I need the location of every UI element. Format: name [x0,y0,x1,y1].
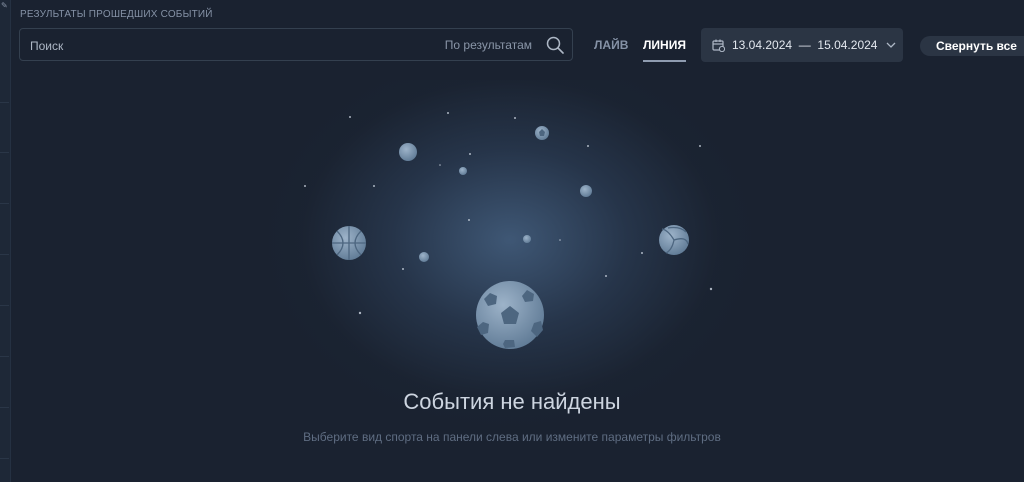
ball-small-6 [419,252,429,262]
basketball-icon [332,226,366,260]
volleyball-icon [659,225,689,255]
ball-small-5 [523,235,531,243]
ball-small-3 [459,167,467,175]
ball-small-1 [399,143,417,161]
soccer-ball-icon [476,281,544,349]
ball-small-4 [580,185,592,197]
ball-small-2 [535,126,549,140]
empty-state-title: События не найдены [403,389,621,414]
empty-state-hint: Выберите вид спорта на панели слева или … [303,430,721,444]
